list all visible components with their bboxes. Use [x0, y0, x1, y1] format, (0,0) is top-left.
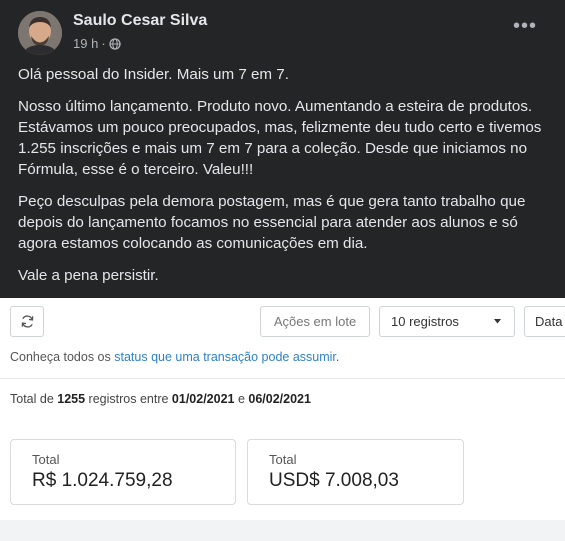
- records-per-page-select[interactable]: 10 registros: [379, 306, 515, 337]
- summary-text: Total de: [10, 392, 58, 406]
- post-meta: 19 h ·: [73, 36, 121, 51]
- post-paragraph: Vale a pena persistir.: [18, 267, 159, 284]
- author-avatar[interactable]: [18, 11, 62, 55]
- date-end: 06/02/2021: [248, 392, 311, 406]
- date-filter-label: Data: [535, 314, 563, 329]
- status-hint: Conheça todos os status que uma transaçã…: [10, 350, 339, 364]
- post-body: Olá pessoal do Insider. Mais um 7 em 7. …: [18, 64, 550, 297]
- records-summary: Total de 1255 registros entre 01/02/2021…: [10, 392, 311, 406]
- refresh-button[interactable]: [10, 306, 44, 337]
- transactions-panel: Ações em lote 10 registros Data Conheça …: [0, 298, 565, 541]
- author-name[interactable]: Saulo Cesar Silva: [73, 12, 207, 30]
- date-filter-select[interactable]: Data: [524, 306, 565, 337]
- card-label: Total: [269, 452, 297, 467]
- post-paragraph: Nosso último lançamento. Produto novo. A…: [18, 98, 542, 178]
- more-options-icon[interactable]: •••: [513, 16, 537, 36]
- total-brl-card: Total R$ 1.024.759,28: [10, 439, 236, 505]
- meta-separator: ·: [101, 36, 106, 51]
- facebook-post: Saulo Cesar Silva 19 h · ••• Olá pessoal…: [0, 0, 565, 298]
- card-label: Total: [32, 452, 60, 467]
- divider: [0, 378, 565, 379]
- hint-suffix: .: [335, 350, 340, 364]
- hint-text: Conheça todos os: [10, 350, 115, 364]
- post-paragraph: Peço desculpas pela demora postagem, mas…: [18, 193, 526, 252]
- summary-text: registros entre: [85, 392, 172, 406]
- total-usd-card: Total USD$ 7.008,03: [247, 439, 464, 505]
- card-value: R$ 1.024.759,28: [32, 470, 173, 491]
- date-start: 01/02/2021: [171, 392, 235, 406]
- batch-actions-button[interactable]: Ações em lote: [260, 306, 370, 337]
- card-value: USD$ 7.008,03: [269, 470, 399, 491]
- globe-icon[interactable]: [109, 37, 121, 50]
- post-paragraph: Olá pessoal do Insider. Mais um 7 em 7.: [18, 66, 289, 83]
- records-select-value: 10 registros: [391, 314, 459, 329]
- panel-footer-strip: [0, 520, 565, 541]
- post-time[interactable]: 19 h: [73, 36, 98, 51]
- caret-down-icon: [494, 319, 501, 324]
- summary-text: e: [234, 392, 249, 406]
- records-count: 1255: [57, 392, 86, 406]
- status-link[interactable]: status que uma transação pode assumir: [114, 350, 336, 364]
- refresh-icon: [21, 315, 33, 328]
